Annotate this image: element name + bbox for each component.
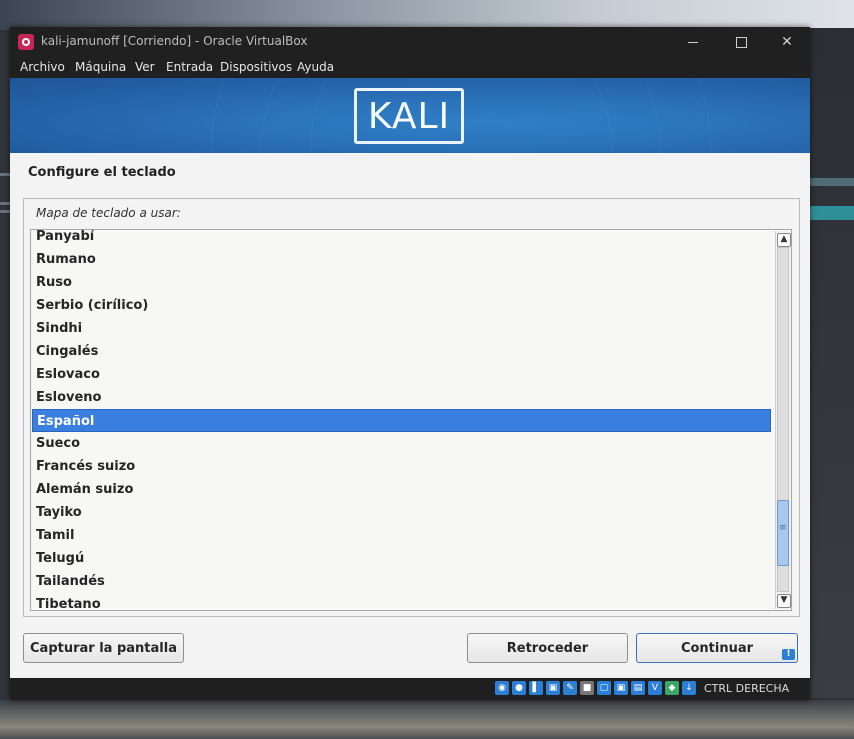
keymap-item[interactable]: Panyabí <box>32 230 771 248</box>
virtualbox-app-icon <box>18 34 34 50</box>
scroll-thumb[interactable] <box>777 499 789 566</box>
close-button[interactable]: ✕ <box>764 27 810 57</box>
scroll-down-button[interactable]: ▼ <box>777 594 791 608</box>
keymap-item[interactable]: Tailandés <box>32 570 771 593</box>
shared-folder-icon[interactable]: ■ <box>580 681 594 695</box>
maximize-button[interactable] <box>718 27 764 57</box>
keymap-item[interactable]: Tibetano <box>32 593 771 610</box>
minimize-button[interactable] <box>670 27 716 57</box>
menu-ver[interactable]: Ver <box>135 60 155 74</box>
continue-label: Continuar <box>680 640 754 656</box>
capture-screen-button[interactable]: Capturar la pantalla <box>23 633 184 663</box>
title-bar[interactable]: kali-jamunoff [Corriendo] - Oracle Virtu… <box>10 27 810 57</box>
background-window-right <box>810 28 854 698</box>
host-key-label: CTRL DERECHA <box>704 682 790 695</box>
keymap-frame: Mapa de teclado a usar: Panyabí Rumano Rus… <box>23 198 800 617</box>
keymap-item[interactable]: Tamil <box>32 524 771 547</box>
menu-ayuda[interactable]: Ayuda <box>297 60 334 74</box>
menu-bar: Archivo Máquina Ver Entrada Dispositivos… <box>10 57 810 78</box>
usb-icon[interactable]: ✎ <box>563 681 577 695</box>
network-icon[interactable]: ▣ <box>546 681 560 695</box>
keymap-item[interactable]: Sueco <box>32 432 771 455</box>
kali-banner: KALI <box>10 78 810 153</box>
keymap-item[interactable]: Eslovaco <box>32 363 771 386</box>
keymap-item[interactable]: Serbio (cirílico) <box>32 294 771 317</box>
keymap-item[interactable]: Francés suizo <box>32 455 771 478</box>
help-badge-icon: ! <box>782 649 795 660</box>
menu-dispositivos[interactable]: Dispositivos <box>220 60 292 74</box>
menu-archivo[interactable]: Archivo <box>20 60 65 74</box>
cpu-icon[interactable]: ▤ <box>631 681 645 695</box>
status-bar: ◉ ● ▌ ▣ ✎ ■ ▢ ▣ ▤ V ◆ ↓ CTRL DERECHA <box>10 678 810 700</box>
close-icon: ✕ <box>781 34 793 50</box>
recording-icon[interactable]: ▣ <box>614 681 628 695</box>
keymap-item[interactable]: Telugú <box>32 547 771 570</box>
hard-disk-icon[interactable]: ◉ <box>495 681 509 695</box>
page-title: Configure el teclado <box>28 165 176 180</box>
menu-entrada[interactable]: Entrada <box>166 60 213 74</box>
maximize-icon <box>735 36 747 48</box>
scroll-up-button[interactable]: ▲ <box>777 233 791 247</box>
kali-logo: KALI <box>354 88 464 144</box>
keymap-item[interactable]: Esloveno <box>32 386 771 409</box>
display-icon[interactable]: ▢ <box>597 681 611 695</box>
mouse-integration-icon[interactable]: ◆ <box>665 681 679 695</box>
virtualbox-window: kali-jamunoff [Corriendo] - Oracle Virtu… <box>10 27 810 700</box>
keyboard-capture-icon[interactable]: ↓ <box>682 681 696 695</box>
menu-maquina[interactable]: Máquina <box>75 60 126 74</box>
keymap-item[interactable]: Ruso <box>32 271 771 294</box>
keymap-item-selected[interactable]: Español <box>32 409 771 432</box>
background-window-left <box>0 30 10 700</box>
vt-x-icon[interactable]: V <box>648 681 662 695</box>
keymap-item[interactable]: Tayiko <box>32 501 771 524</box>
minimize-icon <box>688 41 698 43</box>
back-button[interactable]: Retroceder <box>467 633 628 663</box>
window-title: kali-jamunoff [Corriendo] - Oracle Virtu… <box>41 34 308 48</box>
desktop-wallpaper-bottom <box>0 700 854 739</box>
audio-icon[interactable]: ▌ <box>529 681 543 695</box>
keymap-item[interactable]: Rumano <box>32 248 771 271</box>
list-scrollbar[interactable]: ▲ ▼ <box>775 231 791 609</box>
keymap-label: Mapa de teclado a usar: <box>36 206 181 220</box>
keymap-item[interactable]: Sindhi <box>32 317 771 340</box>
desktop-wallpaper-top <box>0 0 854 30</box>
keymap-item[interactable]: Alemán suizo <box>32 478 771 501</box>
keymap-item[interactable]: Cingalés <box>32 340 771 363</box>
installer-panel: Configure el teclado Mapa de teclado a u… <box>10 153 810 678</box>
optical-disk-icon[interactable]: ● <box>512 681 526 695</box>
keymap-list[interactable]: Panyabí Rumano Ruso Serbio (cirílico) Sindhi… <box>30 229 792 611</box>
continue-button[interactable]: Continuar ! <box>636 633 798 663</box>
